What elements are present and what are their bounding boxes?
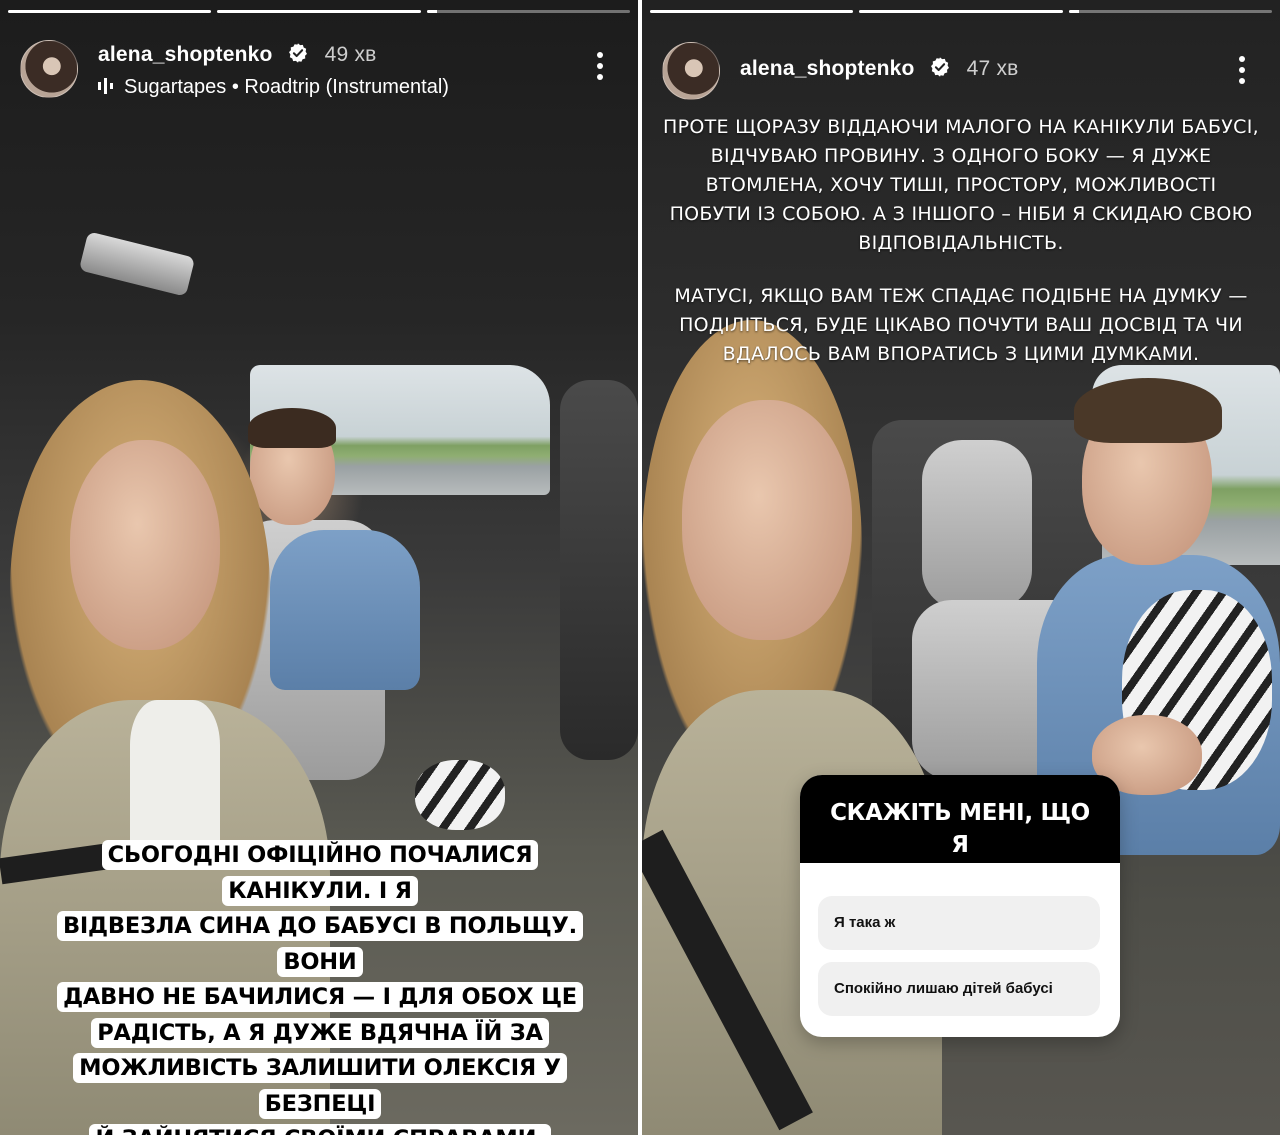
woman-face bbox=[682, 400, 852, 640]
caption-line: РАДІСТЬ, А Я ДУЖЕ ВДЯЧНА ЇЙ ЗА bbox=[91, 1017, 549, 1048]
woman-face bbox=[70, 440, 220, 650]
username-row[interactable]: alena_shoptenko 49 хв bbox=[98, 42, 377, 67]
story-progress bbox=[650, 10, 1272, 13]
progress-segment bbox=[650, 10, 854, 13]
post-time: 49 хв bbox=[324, 43, 377, 66]
car-seat bbox=[560, 380, 638, 760]
caption-line: ВІДВЕЗЛА СИНА ДО БАБУСІ В ПОЛЬЩУ. ВОНИ bbox=[56, 911, 584, 977]
caption-line: ДАВНО НЕ БАЧИЛИСЯ — І ДЛЯ ОБОХ ЦЕ bbox=[57, 982, 583, 1013]
story-right[interactable]: alena_shoptenko 47 хв ПРОТЕ ЩОРАЗУ ВІДДА… bbox=[642, 0, 1280, 1135]
story-caption: СЬОГОДНІ ОФІЦІЙНО ПОЧАЛИСЯ КАНІКУЛИ. І Я… bbox=[40, 838, 600, 1135]
car-ceiling-light bbox=[78, 231, 196, 297]
caption-paragraph: МАТУСІ, ЯКЩО ВАМ ТЕЖ СПАДАЄ ПОДІБНЕ НА Д… bbox=[674, 285, 1248, 365]
caption-paragraph: ПРОТЕ ЩОРАЗУ ВІДДАЮЧИ МАЛОГО НА КАНІКУЛИ… bbox=[663, 116, 1259, 254]
music-bars-icon bbox=[98, 78, 113, 94]
verified-badge-icon bbox=[930, 57, 949, 77]
boy-hoodie bbox=[270, 530, 420, 690]
post-time: 47 хв bbox=[966, 57, 1019, 80]
avatar[interactable] bbox=[20, 40, 78, 98]
music-attribution[interactable]: Sugartapes • Roadtrip (Instrumental) bbox=[98, 76, 449, 99]
progress-segment bbox=[8, 10, 212, 13]
boy-hair bbox=[248, 408, 336, 448]
woman-shirt bbox=[130, 700, 220, 850]
music-text[interactable]: Sugartapes • Roadtrip (Instrumental) bbox=[124, 76, 449, 98]
poll-sticker: СКАЖІТЬ МЕНІ, ЩО Я НЕ ОДНА ТАКА Я така ж… bbox=[800, 775, 1120, 1037]
story-header: alena_shoptenko 49 хв Sugartapes • Roadt… bbox=[20, 38, 618, 102]
username-row[interactable]: alena_shoptenko 47 хв bbox=[740, 56, 1019, 81]
story-caption: ПРОТЕ ЩОРАЗУ ВІДДАЮЧИ МАЛОГО НА КАНІКУЛИ… bbox=[662, 113, 1260, 393]
story-left[interactable]: alena_shoptenko 49 хв Sugartapes • Roadt… bbox=[0, 0, 638, 1135]
more-vertical-icon[interactable] bbox=[584, 48, 616, 88]
story-progress bbox=[8, 10, 630, 13]
caption-line: СЬОГОДНІ ОФІЦІЙНО ПОЧАЛИСЯ КАНІКУЛИ. І Я bbox=[101, 840, 539, 906]
progress-segment bbox=[426, 10, 630, 13]
username[interactable]: alena_shoptenko bbox=[98, 43, 273, 66]
poll-question-line: СКАЖІТЬ МЕНІ, ЩО Я bbox=[830, 800, 1090, 858]
poll-question: СКАЖІТЬ МЕНІ, ЩО Я НЕ ОДНА ТАКА bbox=[800, 775, 1120, 890]
poll-option[interactable]: Спокійно лишаю дітей бабусі bbox=[818, 962, 1100, 1016]
progress-segment bbox=[217, 10, 421, 13]
more-vertical-icon[interactable] bbox=[1226, 52, 1258, 92]
poll-option[interactable]: Я така ж bbox=[818, 896, 1100, 950]
caption-line: МОЖЛИВІСТЬ ЗАЛИШИТИ ОЛЕКСІЯ У БЕЗПЕЦІ bbox=[73, 1053, 567, 1119]
progress-segment bbox=[859, 10, 1063, 13]
story-header: alena_shoptenko 47 хв bbox=[662, 38, 1260, 102]
child-seat-headrest bbox=[922, 440, 1032, 610]
progress-segment bbox=[1068, 10, 1272, 13]
avatar[interactable] bbox=[662, 42, 720, 100]
poll-question-line: НЕ ОДНА ТАКА bbox=[862, 864, 1058, 890]
verified-badge-icon bbox=[288, 43, 307, 63]
caption-line: Й ЗАЙНЯТИСЯ СВОЇМИ СПРАВАМИ. bbox=[89, 1124, 551, 1135]
zebra-toy bbox=[415, 760, 505, 830]
username[interactable]: alena_shoptenko bbox=[740, 57, 915, 80]
